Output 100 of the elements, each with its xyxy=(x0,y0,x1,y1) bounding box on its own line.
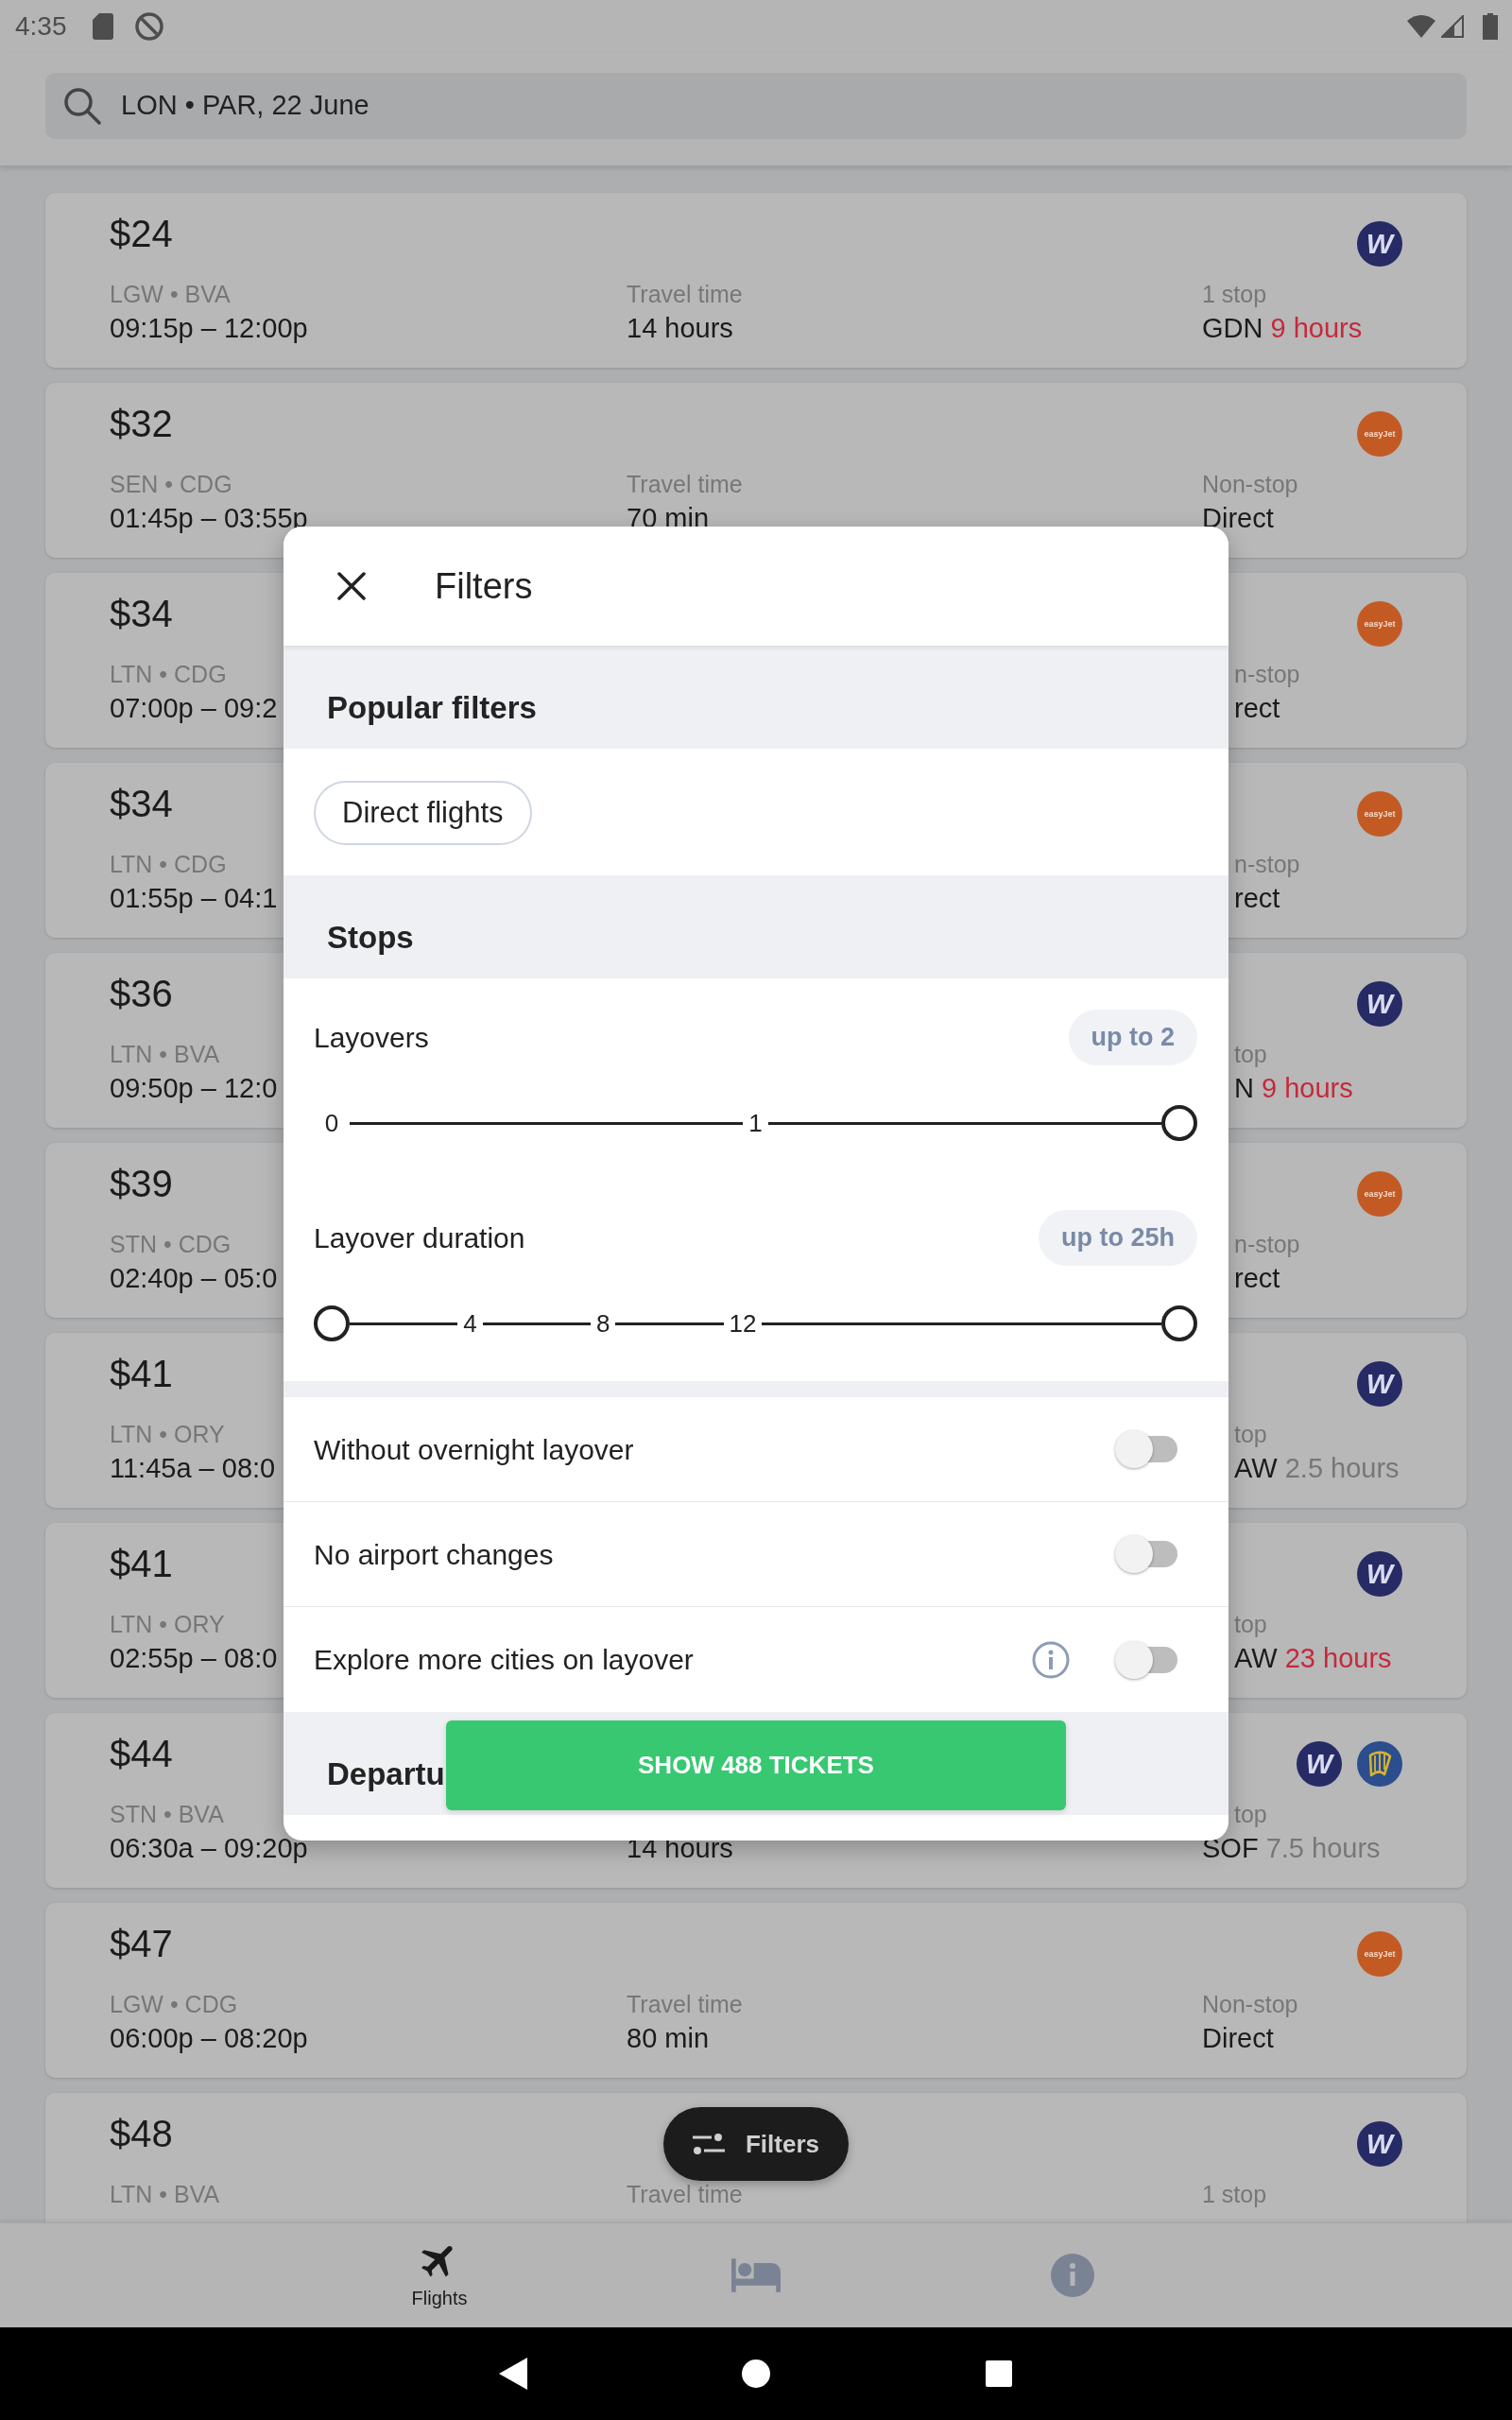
section-title: Departu xyxy=(327,1755,445,1793)
airline-logo: easyJet xyxy=(1357,1931,1402,1977)
price: $48 xyxy=(110,2114,173,2153)
stop-detail: AW 23 hours xyxy=(1234,1642,1392,1674)
stops-label: 1 stop xyxy=(1202,280,1267,308)
airline-logo: W xyxy=(1297,1741,1342,1787)
filters-button[interactable]: Filters xyxy=(663,2107,849,2181)
time-range: 01:45p – 03:55p xyxy=(110,502,308,534)
price: $41 xyxy=(110,1354,173,1393)
circle-slash-icon xyxy=(134,12,163,41)
signal-icon xyxy=(1441,15,1464,38)
airline-logo: easyJet xyxy=(1357,411,1402,457)
airline-logo: W xyxy=(1357,981,1402,1027)
price: $32 xyxy=(110,404,173,443)
flight-card[interactable]: $24 W LGW • BVA 09:15p – 12:00p Travel time 14 hours 1 stop GDN 9 hours xyxy=(45,193,1467,368)
stops-label: n-stop xyxy=(1234,660,1300,688)
slider-thumb[interactable] xyxy=(1161,1305,1197,1341)
stops-label: n-stop xyxy=(1234,850,1300,878)
dialog-title: Filters xyxy=(435,568,533,604)
tick-label: 0 xyxy=(323,1111,340,1135)
section-header: Stops xyxy=(284,875,1228,978)
tick-label: 8 xyxy=(595,1311,610,1336)
stops-label: Non-stop xyxy=(1202,470,1298,498)
slider-label: Layover duration xyxy=(314,1222,525,1253)
duration-text: 80 min xyxy=(627,2022,710,2054)
stop-detail: N 9 hours xyxy=(1234,1072,1353,1104)
nav-tab[interactable]: Flights xyxy=(281,2223,598,2327)
travel-time-label: Travel time xyxy=(627,280,743,308)
route-text: LTN • ORY xyxy=(110,1420,225,1448)
stop-detail: rect xyxy=(1234,882,1280,914)
option-label: No airport changes xyxy=(314,1538,554,1570)
back-icon[interactable] xyxy=(499,2358,527,2390)
toggle-switch[interactable] xyxy=(1115,1430,1177,1468)
price: $41 xyxy=(110,1544,173,1583)
battery-icon xyxy=(1483,13,1498,40)
sd-card-icon xyxy=(92,13,113,40)
airline-logo: easyJet xyxy=(1357,601,1402,647)
travel-time-label: Travel time xyxy=(627,1990,743,2018)
tick-label: 12 xyxy=(729,1311,757,1336)
info-icon xyxy=(1051,2254,1094,2297)
price: $36 xyxy=(110,974,173,1013)
option-label: Explore more cities on layover xyxy=(314,1644,694,1675)
stops-label: top xyxy=(1234,1040,1267,1068)
travel-time-label: Travel time xyxy=(627,470,743,498)
time-range: 06:00p – 08:20p xyxy=(110,2022,308,2054)
route-text: STN • CDG xyxy=(110,1230,232,1258)
stops-label: top xyxy=(1234,1610,1267,1638)
stop-detail: rect xyxy=(1234,1262,1280,1294)
section-header: Popular filters xyxy=(284,646,1228,749)
stop-detail: AW 2.5 hours xyxy=(1234,1452,1400,1484)
stop-detail: Direct xyxy=(1202,2022,1274,2054)
slider-thumb[interactable] xyxy=(314,1305,350,1341)
flight-card[interactable]: $47 easyJet LGW • CDG 06:00p – 08:20p Travel time 80 min Non-stop Direct xyxy=(45,1903,1467,2078)
airline-logo: W xyxy=(1357,1361,1402,1407)
route-text: LTN • CDG xyxy=(110,660,227,688)
route-text: LGW • CDG xyxy=(110,1990,238,2018)
price: $44 xyxy=(110,1734,173,1773)
slider-thumb[interactable] xyxy=(1161,1105,1197,1141)
stop-detail: rect xyxy=(1234,692,1280,724)
stop-detail: SOF 7.5 hours xyxy=(1202,1832,1381,1864)
time-range: 02:55p – 08:0 xyxy=(110,1642,278,1674)
close-icon[interactable] xyxy=(337,572,366,600)
route-text: LTN • BVA xyxy=(110,2180,220,2208)
time-range: 09:50p – 12:0 xyxy=(110,1072,278,1104)
stops-label: 1 stop xyxy=(1202,2180,1267,2208)
route-text: LTN • BVA xyxy=(110,1040,220,1068)
time-range: 09:15p – 12:00p xyxy=(110,312,308,344)
price: $34 xyxy=(110,594,173,633)
slider-label: Layovers xyxy=(314,1022,429,1053)
status-time: 4:35 xyxy=(15,13,67,40)
duration-text: 14 hours xyxy=(627,312,733,344)
search-field[interactable]: LON • PAR, 22 June xyxy=(45,73,1467,139)
slider-track[interactable]: 4 8 12 xyxy=(314,1305,1197,1341)
route-text: STN • BVA xyxy=(110,1800,224,1828)
time-range: 02:40p – 05:0 xyxy=(110,1262,278,1294)
travel-time-label: Travel time xyxy=(627,2180,743,2208)
slider-track[interactable]: 0 1 xyxy=(314,1105,1197,1141)
sliders-icon xyxy=(693,2134,725,2154)
tick-label: 4 xyxy=(463,1311,477,1336)
wifi-icon xyxy=(1407,15,1435,38)
airline-logo: W xyxy=(1357,221,1402,267)
stops-label: Non-stop xyxy=(1202,1990,1298,2018)
time-range: 11:45a – 08:0 xyxy=(110,1452,276,1484)
home-icon[interactable] xyxy=(742,2360,770,2388)
airline-logo: W xyxy=(1357,1551,1402,1597)
toggle-switch[interactable] xyxy=(1115,1640,1177,1679)
search-icon xyxy=(63,87,101,125)
toggle-switch[interactable] xyxy=(1115,1535,1177,1573)
filter-chip[interactable]: Direct flights xyxy=(314,781,532,845)
option-label: Without overnight layover xyxy=(314,1433,634,1465)
airline-logo: W xyxy=(1357,2121,1402,2167)
stops-label: n-stop xyxy=(1234,1230,1300,1258)
price: $39 xyxy=(110,1164,173,1203)
value-badge: up to 2 xyxy=(1068,1010,1197,1065)
time-range: 06:30a – 09:20p xyxy=(110,1832,308,1864)
airline-logo: easyJet xyxy=(1357,791,1402,837)
tick-label: 1 xyxy=(748,1111,763,1135)
value-badge: up to 25h xyxy=(1039,1210,1197,1266)
stop-detail: GDN 9 hours xyxy=(1202,312,1363,344)
info-icon[interactable] xyxy=(1032,1640,1070,1679)
